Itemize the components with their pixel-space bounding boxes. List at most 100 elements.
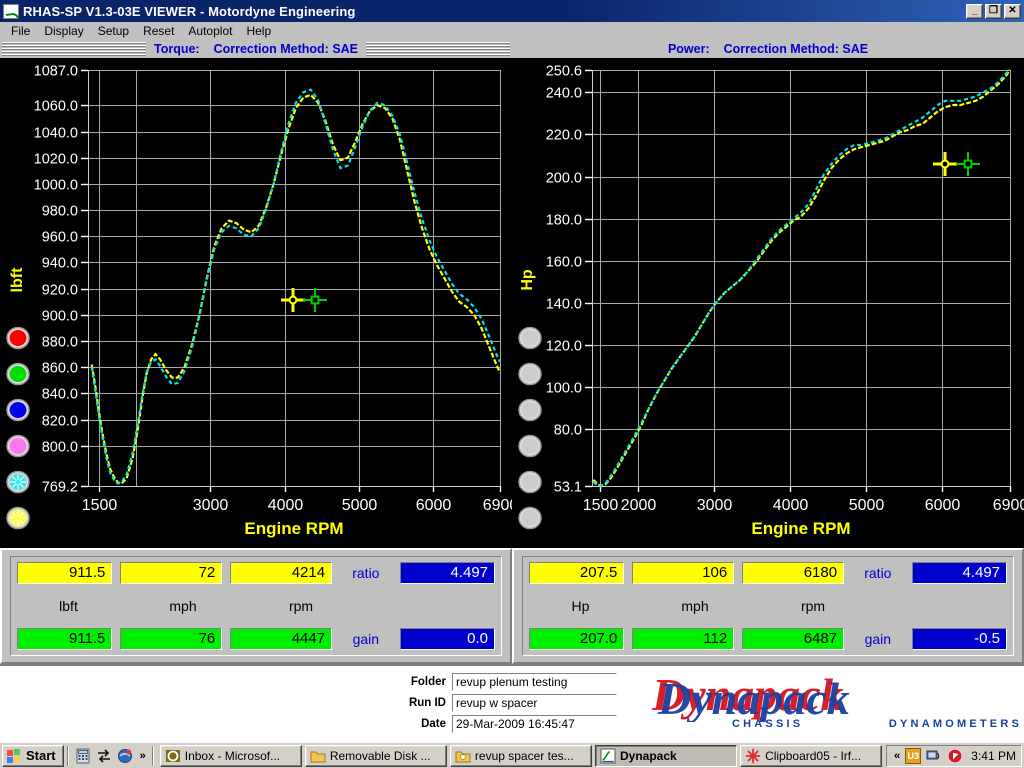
legend-dot-trace-5[interactable] bbox=[518, 470, 542, 494]
start-button[interactable]: Start bbox=[2, 744, 64, 767]
power-ratio-value[interactable]: 4.497 bbox=[911, 562, 1008, 584]
power-gain-value[interactable]: -0.5 bbox=[911, 628, 1008, 650]
network-icon[interactable] bbox=[96, 748, 112, 764]
task-button-removable-disk[interactable]: Removable Disk ... bbox=[304, 744, 447, 767]
legend-dot-fill bbox=[9, 366, 27, 382]
tray-overflow-icon[interactable]: « bbox=[894, 750, 900, 762]
task-button-revup-spacer[interactable]: revup spacer tes... bbox=[449, 744, 592, 767]
ytick-label: 80.0 bbox=[554, 423, 582, 439]
legend-dot-trace-1[interactable] bbox=[518, 326, 542, 350]
power-rpm-a[interactable]: 6180 bbox=[742, 562, 845, 584]
menu-display[interactable]: Display bbox=[37, 23, 90, 39]
u3-icon[interactable]: U3 bbox=[905, 747, 922, 764]
runid-field[interactable]: revup w spacer bbox=[452, 693, 617, 712]
legend-dot-trace-2[interactable] bbox=[6, 362, 30, 386]
power-units-row: Hp mph rpm bbox=[529, 598, 1007, 614]
y-axis-label: Hp bbox=[519, 269, 536, 291]
torque-chart[interactable]: 1087.0 1060.0 1040.0 1020.0 1000.0 980.0 960.0… bbox=[0, 58, 512, 548]
menu-setup[interactable]: Setup bbox=[91, 23, 136, 39]
power-chart[interactable]: 250.6 240.0 220.0 200.0 180.0 160.0 140.0 120.0… bbox=[512, 58, 1024, 548]
date-row: Date 29-Mar-2009 16:45:47 bbox=[398, 714, 617, 733]
taskbar-clock[interactable]: 3:41 PM bbox=[971, 749, 1016, 763]
cursor-center-circle bbox=[940, 159, 950, 169]
realplayer-icon[interactable] bbox=[947, 748, 963, 764]
restore-button[interactable]: ❐ bbox=[985, 3, 1002, 19]
folder-label: Folder bbox=[410, 675, 446, 688]
taskbar: Start » Inbox - Microsof... Removable Di… bbox=[0, 742, 1024, 768]
logo-subtitle-left: CHASSIS bbox=[732, 718, 804, 730]
ytick-label: 1000.0 bbox=[34, 178, 78, 194]
power-gain-label: gain bbox=[864, 631, 892, 647]
torque-rpm-label: rpm bbox=[288, 598, 314, 614]
torque-chart-canvas[interactable]: 1087.0 1060.0 1040.0 1020.0 1000.0 980.0 960.0… bbox=[0, 58, 512, 548]
torque-value-a[interactable]: 911.5 bbox=[17, 562, 113, 584]
torque-mph-b[interactable]: 76 bbox=[120, 628, 223, 650]
cursor-center-square bbox=[963, 159, 973, 169]
task-button-inbox[interactable]: Inbox - Microsof... bbox=[159, 744, 302, 767]
legend-dot-trace-4[interactable] bbox=[6, 434, 30, 458]
legend-dot-trace-3[interactable] bbox=[518, 398, 542, 422]
power-mph-b[interactable]: 112 bbox=[632, 628, 735, 650]
legend-dot-trace-2[interactable] bbox=[518, 362, 542, 386]
legend-dot-trace-1[interactable] bbox=[6, 326, 30, 350]
logo-subtitle: CHASSIS DYNAMOMETERS bbox=[732, 718, 1022, 730]
system-tray: « U3 3:41 PM bbox=[886, 744, 1022, 767]
logo-wordmark-blue: Dynapack bbox=[657, 673, 850, 722]
power-mph-a[interactable]: 106 bbox=[632, 562, 735, 584]
volume-network-icon[interactable] bbox=[926, 748, 942, 764]
xtick-label: 1500 bbox=[583, 497, 619, 514]
torque-correction-method: Correction Method: SAE bbox=[213, 42, 359, 56]
logo-subtitle-right: DYNAMOMETERS bbox=[888, 718, 1022, 730]
ytick-label: 920.0 bbox=[42, 283, 78, 299]
torque-ratio-value[interactable]: 4.497 bbox=[399, 562, 496, 584]
power-rpm-b[interactable]: 6487 bbox=[742, 628, 845, 650]
menu-reset[interactable]: Reset bbox=[136, 23, 181, 39]
cursor-center-circle bbox=[288, 295, 298, 305]
torque-rpm-a[interactable]: 4214 bbox=[230, 562, 333, 584]
legend-dot-trace-6[interactable] bbox=[518, 506, 542, 530]
chart-window-icon bbox=[3, 3, 19, 19]
quick-launch-bar: » bbox=[72, 748, 149, 764]
power-correction-method: Correction Method: SAE bbox=[723, 42, 869, 56]
torque-readout-panel: 911.5 72 4214 ratio 4.497 lbft mph rpm 9… bbox=[0, 548, 512, 664]
ytick-label: 200.0 bbox=[546, 171, 582, 187]
legend-dot-trace-5[interactable] bbox=[6, 470, 30, 494]
power-header: Power: Correction Method: SAE bbox=[512, 40, 1024, 58]
restore-icon: ❐ bbox=[989, 5, 998, 16]
legend-dot-fill bbox=[521, 366, 539, 382]
power-ratio-label: ratio bbox=[864, 565, 892, 581]
quick-launch-overflow-icon[interactable]: » bbox=[140, 750, 146, 762]
close-button[interactable]: ✕ bbox=[1004, 3, 1021, 19]
calculator-icon[interactable] bbox=[75, 748, 91, 764]
legend-dot-fill bbox=[9, 438, 27, 454]
torque-rpm-b[interactable]: 4447 bbox=[230, 628, 333, 650]
power-title: Power: bbox=[667, 42, 710, 56]
task-button-clipboard[interactable]: Clipboard05 - Irf... bbox=[740, 744, 883, 767]
torque-value-b[interactable]: 911.5 bbox=[17, 628, 113, 650]
browser-icon[interactable] bbox=[117, 748, 133, 764]
folder-row: Folder revup plenum testing bbox=[398, 672, 617, 691]
torque-gain-value[interactable]: 0.0 bbox=[399, 628, 496, 650]
task-button-dynapack[interactable]: Dynapack bbox=[594, 744, 738, 767]
menu-file[interactable]: File bbox=[4, 23, 37, 39]
torque-gain-label: gain bbox=[352, 631, 380, 647]
legend-dot-trace-3[interactable] bbox=[6, 398, 30, 422]
legend-dot-trace-4[interactable] bbox=[518, 434, 542, 458]
ytick-label: 960.0 bbox=[42, 230, 78, 246]
power-chart-canvas[interactable]: 250.6 240.0 220.0 200.0 180.0 160.0 140.0 120.0… bbox=[512, 58, 1024, 548]
ytick-label: 160.0 bbox=[546, 255, 582, 271]
date-field[interactable]: 29-Mar-2009 16:45:47 bbox=[452, 714, 617, 733]
folder-field[interactable]: revup plenum testing bbox=[452, 672, 617, 691]
torque-ratio-label: ratio bbox=[352, 565, 380, 581]
legend-dot-trace-6[interactable] bbox=[6, 506, 30, 530]
power-value-b[interactable]: 207.0 bbox=[529, 628, 625, 650]
torque-mph-a[interactable]: 72 bbox=[120, 562, 223, 584]
dynapack-logo: Dynapack Dynapack CHASSIS DYNAMOMETERS bbox=[640, 669, 1019, 736]
power-value-a[interactable]: 207.5 bbox=[529, 562, 625, 584]
menu-autoplot[interactable]: Autoplot bbox=[181, 23, 239, 39]
date-label: Date bbox=[421, 717, 446, 730]
ytick-label: 880.0 bbox=[42, 335, 78, 351]
ytick-label-min: 53.1 bbox=[554, 480, 582, 496]
menu-help[interactable]: Help bbox=[239, 23, 278, 39]
minimize-button[interactable]: _ bbox=[966, 3, 983, 19]
